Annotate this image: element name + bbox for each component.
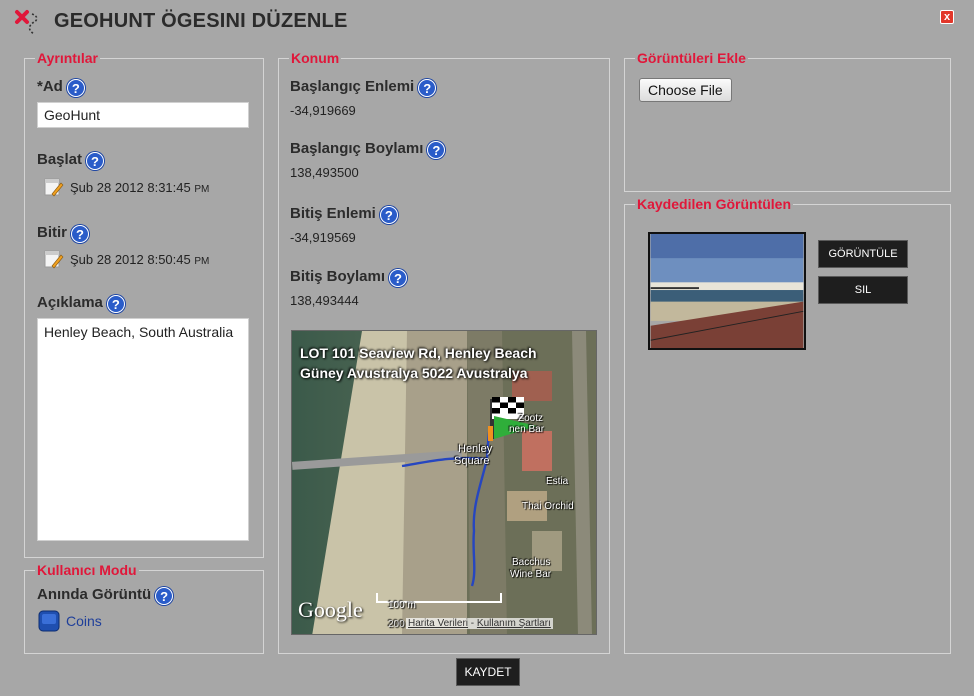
help-icon[interactable]: ?: [155, 587, 174, 605]
map-terms-link[interactable]: Kullanım Şartları: [477, 618, 551, 629]
beach-photo: [650, 234, 804, 348]
start-lon-value: 138,493500: [290, 165, 359, 180]
map-address-overlay: LOT 101 Seaview Rd, Henley Beach Güney A…: [300, 345, 537, 381]
save-button[interactable]: KAYDET: [456, 658, 520, 686]
end-ampm: PM: [194, 256, 210, 267]
description-textarea[interactable]: Henley Beach, South Australia: [37, 318, 249, 541]
user-mode-section: Kullanıcı Modu: [24, 562, 264, 654]
map-scale-m: 100 m: [388, 600, 416, 611]
start-date-value: Şub 28 2012 8:31:45: [70, 180, 191, 195]
map-poi-label: Estia: [546, 476, 569, 487]
end-lon-value: 138,493444: [290, 293, 359, 308]
add-images-section: Görüntüleri Ekle: [624, 50, 951, 192]
map-poi-label: Wine Bar: [510, 569, 552, 580]
map-poi-label: Thai Orchid: [522, 501, 574, 512]
end-date[interactable]: Şub 28 2012 8:50:45 PM: [44, 248, 209, 270]
help-icon[interactable]: ?: [389, 269, 408, 287]
map-poi-label: Zootz: [518, 413, 544, 424]
location-legend: Konum: [291, 50, 340, 66]
calendar-icon[interactable]: [44, 248, 64, 270]
name-input[interactable]: GeoHunt: [37, 102, 249, 128]
logo-icon: [15, 10, 38, 35]
start-ampm: PM: [194, 184, 210, 195]
calendar-icon[interactable]: [44, 176, 64, 198]
end-lat-label: Bitiş Enlemi?: [290, 205, 398, 224]
close-icon[interactable]: x: [940, 10, 954, 24]
map-footer: Harita Verileri - Kullanım Şartları: [406, 618, 553, 629]
coins-option[interactable]: Coins: [38, 610, 102, 632]
help-icon[interactable]: ?: [427, 141, 446, 159]
google-logo: Google: [298, 597, 363, 622]
instant-view-label: Anında Görüntü?: [37, 586, 174, 605]
help-icon[interactable]: ?: [106, 295, 125, 313]
map-poi-label: Bacchus: [512, 557, 551, 568]
help-icon[interactable]: ?: [71, 225, 89, 243]
view-image-button[interactable]: GÖRÜNTÜLE: [818, 240, 908, 268]
start-label: Başlat?: [37, 151, 105, 170]
end-lon-label: Bitiş Boylamı?: [290, 268, 408, 287]
start-lon-label: Başlangıç Boylamı?: [290, 140, 446, 159]
coins-icon[interactable]: [38, 610, 60, 632]
start-date[interactable]: Şub 28 2012 8:31:45 PM: [44, 176, 209, 198]
title-bar: GEOHUNT ÖGESINI DÜZENLE x: [0, 0, 974, 44]
start-lat-value: -34,919669: [290, 103, 356, 118]
help-icon[interactable]: ?: [66, 79, 85, 97]
end-lat-value: -34,919569: [290, 230, 356, 245]
user-mode-legend: Kullanıcı Modu: [37, 562, 137, 578]
map-poi-label: Henley: [458, 443, 493, 455]
help-icon[interactable]: ?: [418, 79, 437, 97]
help-icon[interactable]: ?: [86, 152, 105, 170]
name-label: *Ad?: [37, 78, 85, 97]
coins-label: Coins: [66, 613, 102, 629]
map-view[interactable]: LOT 101 Seaview Rd, Henley Beach Güney A…: [291, 330, 597, 635]
map-scale-ft: 200: [388, 619, 405, 630]
window-title: GEOHUNT ÖGESINI DÜZENLE: [54, 10, 348, 32]
end-date-value: Şub 28 2012 8:50:45: [70, 252, 191, 267]
description-label: Açıklama?: [37, 294, 125, 313]
map-poi-label: Square: [454, 455, 490, 467]
start-lat-label: Başlangıç Enlemi?: [290, 78, 437, 97]
delete-image-button[interactable]: SIL: [818, 276, 908, 304]
details-legend: Ayrıntılar: [37, 50, 98, 66]
map-data-link[interactable]: Harita Verileri: [408, 618, 468, 629]
choose-file-button[interactable]: Choose File: [639, 78, 732, 102]
add-images-legend: Görüntüleri Ekle: [637, 50, 746, 66]
help-icon[interactable]: ?: [379, 206, 398, 224]
saved-image-thumbnail[interactable]: [648, 232, 806, 350]
map-poi-label: nen Bar: [509, 424, 545, 435]
saved-images-legend: Kaydedilen Görüntülen: [637, 196, 792, 212]
end-label: Bitir?: [37, 224, 89, 243]
